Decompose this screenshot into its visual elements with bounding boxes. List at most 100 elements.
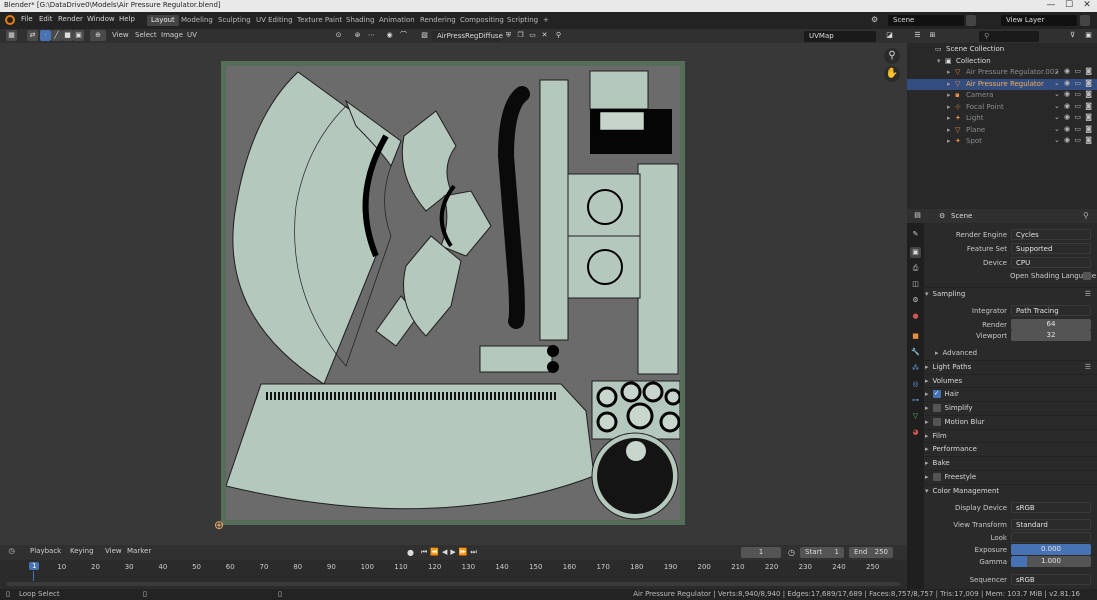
proportional-edit-icon[interactable]: ◉	[384, 30, 395, 41]
expand-right-icon[interactable]: ▸	[947, 114, 955, 122]
outliner-row[interactable]: ▸ ▽ Air Pressure Regulator ⌄ ◉ ▭ ◙	[907, 78, 1097, 90]
material-tab-icon[interactable]: ◕	[910, 427, 921, 438]
pivot-icon[interactable]: ⊙	[333, 30, 344, 41]
workspace-tab-animation[interactable]: Animation	[375, 15, 419, 26]
minimize-button[interactable]: —	[1042, 0, 1060, 10]
outliner-row[interactable]: ▸ ✦ Light ⌄ ◉ ▭ ◙	[907, 113, 1097, 124]
outliner-row[interactable]: ▸ ▪ Camera ⌄ ◉ ▭ ◙	[907, 90, 1097, 101]
uvmap-field[interactable]: UVMap	[804, 31, 876, 42]
visibility-toggles-icon[interactable]: ⌄ ◉ ▭ ◙	[1054, 125, 1093, 133]
new-collection-icon[interactable]: ▣	[1083, 30, 1094, 41]
workspace-tab-layout[interactable]: Layout	[147, 15, 179, 26]
outliner-row[interactable]: ▭ Scene Collection	[907, 44, 1097, 55]
expand-right-icon[interactable]: ▸	[947, 80, 955, 88]
gamma-slider[interactable]: 1.000	[1011, 556, 1091, 567]
pin-context-icon[interactable]: ⚲	[1083, 211, 1089, 220]
workspace-tab-shading[interactable]: Shading	[342, 15, 378, 26]
presets-list-icon[interactable]: ☰	[1085, 363, 1091, 371]
outliner-search-input[interactable]: ⚲	[979, 31, 1039, 42]
visibility-toggles-icon[interactable]: ⌄ ◉ ▭ ◙	[1054, 113, 1093, 121]
island-select-icon[interactable]: ▣	[73, 30, 84, 41]
snap-mode-icon[interactable]: ⋯	[366, 30, 377, 41]
section-header[interactable]: ▸ Performance	[925, 442, 1097, 455]
section-header[interactable]: ▸ Simplify	[925, 401, 1097, 414]
editor-type-icon[interactable]: ▦	[6, 30, 17, 41]
physics-tab-icon[interactable]: ◎	[910, 379, 921, 390]
scene-icon[interactable]: ⚙	[871, 15, 881, 25]
display-device-dropdown[interactable]: sRGB	[1011, 502, 1091, 513]
sampling-section-header[interactable]: ▾ Sampling ☰	[925, 287, 1097, 300]
outliner-row[interactable]: ▸ ▽ Air Pressure Regulator.002 ⌄ ◉ ▭ ◙	[907, 67, 1097, 78]
render-samples-field[interactable]: 64	[1011, 319, 1091, 330]
visibility-toggles-icon[interactable]: ⌄ ◉ ▭ ◙	[1054, 102, 1093, 110]
edge-select-icon[interactable]: ╱	[51, 30, 62, 41]
render-engine-dropdown[interactable]: Cycles	[1011, 229, 1091, 240]
add-workspace-button[interactable]: +	[539, 15, 553, 26]
uv-menu-view[interactable]: View	[110, 31, 131, 41]
face-select-icon[interactable]: ■	[62, 30, 73, 41]
uv-menu-uv[interactable]: UV	[185, 31, 199, 41]
menu-file[interactable]: File	[19, 15, 35, 23]
close-button[interactable]: ✕	[1078, 0, 1096, 10]
current-frame-marker[interactable]: 1	[29, 562, 40, 570]
outliner-editor-type-icon[interactable]: ☰	[912, 30, 923, 41]
expand-right-icon[interactable]: ▸	[947, 137, 955, 145]
uv-menu-image[interactable]: Image	[159, 31, 185, 41]
section-header[interactable]: ▸ Volumes	[925, 373, 1097, 387]
integrator-dropdown[interactable]: Path Tracing	[1011, 305, 1091, 316]
new-image-icon[interactable]: ❐	[515, 30, 526, 41]
view-layer-field[interactable]: View Layer	[1001, 15, 1077, 26]
advanced-subpanel[interactable]: ▸ Advanced	[935, 349, 977, 357]
section-checkbox[interactable]	[932, 472, 941, 481]
falloff-icon[interactable]: ⌒	[398, 30, 409, 41]
view-layer-tab-icon[interactable]: ◫	[910, 279, 921, 290]
particles-tab-icon[interactable]: ⁂	[910, 363, 921, 374]
section-header[interactable]: ▸ Bake	[925, 455, 1097, 469]
expand-right-icon[interactable]: ▸	[947, 103, 955, 111]
sequencer-dropdown[interactable]: sRGB	[1011, 574, 1091, 585]
properties-editor-type-icon[interactable]: ▤	[912, 210, 923, 221]
visibility-toggles-icon[interactable]: ⌄ ◉ ▭ ◙	[1054, 90, 1093, 98]
expand-down-icon[interactable]: ▾	[937, 57, 945, 65]
exposure-slider[interactable]: 0.000	[1011, 544, 1091, 555]
workspace-tab-scripting[interactable]: Scripting	[503, 15, 542, 26]
display-channels-icon[interactable]: ◪	[884, 30, 895, 41]
uv-menu-select[interactable]: Select	[133, 31, 159, 41]
pan-hand-icon[interactable]: ✋	[884, 66, 900, 82]
unlink-image-icon[interactable]: ✕	[539, 30, 550, 41]
data-tab-icon[interactable]: ▽	[910, 411, 921, 422]
outliner-row[interactable]: ▸ ⊹ Focal Point ⌄ ◉ ▭ ◙	[907, 102, 1097, 113]
menu-window[interactable]: Window	[85, 15, 117, 23]
maximize-button[interactable]: ☐	[1060, 0, 1078, 10]
timeline-scrollbar[interactable]	[6, 582, 900, 586]
blender-logo-icon[interactable]	[5, 15, 15, 25]
2d-cursor-icon[interactable]: ⊕	[214, 518, 228, 532]
section-checkbox[interactable]: ✓	[932, 390, 941, 399]
section-header[interactable]: ▸ Film	[925, 428, 1097, 442]
section-header[interactable]: ▸ Motion Blur	[925, 414, 1097, 428]
presets-list-icon[interactable]: ☰	[1085, 290, 1091, 298]
zoom-icon[interactable]: ⚲	[884, 48, 900, 64]
color-management-section-header[interactable]: ▾ Color Management	[925, 484, 1097, 497]
expand-right-icon[interactable]: ▸	[947, 68, 955, 76]
look-dropdown[interactable]	[1011, 532, 1091, 543]
constraints-tab-icon[interactable]: ⊶	[910, 395, 921, 406]
section-checkbox[interactable]	[932, 404, 941, 413]
expand-right-icon[interactable]: ▸	[947, 126, 955, 134]
new-scene-icon[interactable]	[966, 15, 976, 26]
osl-checkbox[interactable]	[1083, 272, 1091, 280]
scene-field[interactable]: Scene	[888, 15, 964, 26]
display-mode-icon[interactable]: ⊞	[927, 30, 938, 41]
new-view-layer-icon[interactable]	[1080, 15, 1090, 26]
workspace-tab-sculpting[interactable]: Sculpting	[214, 15, 255, 26]
workspace-tab-texture-paint[interactable]: Texture Paint	[293, 15, 346, 26]
workspace-tab-compositing[interactable]: Compositing	[456, 15, 508, 26]
visibility-toggles-icon[interactable]: ⌄ ◉ ▭ ◙	[1054, 136, 1093, 144]
viewport-samples-field[interactable]: 32	[1011, 330, 1091, 341]
image-name-field[interactable]: AirPressRegDiffuse	[432, 31, 503, 42]
filter-icon[interactable]: ⊽	[1067, 30, 1078, 41]
visibility-toggles-icon[interactable]: ⌄ ◉ ▭ ◙	[1054, 79, 1093, 87]
feature-set-dropdown[interactable]: Supported	[1011, 243, 1091, 254]
fake-user-icon[interactable]: ⛨	[503, 30, 514, 41]
workspace-tab-uv-editing[interactable]: UV Editing	[252, 15, 297, 26]
